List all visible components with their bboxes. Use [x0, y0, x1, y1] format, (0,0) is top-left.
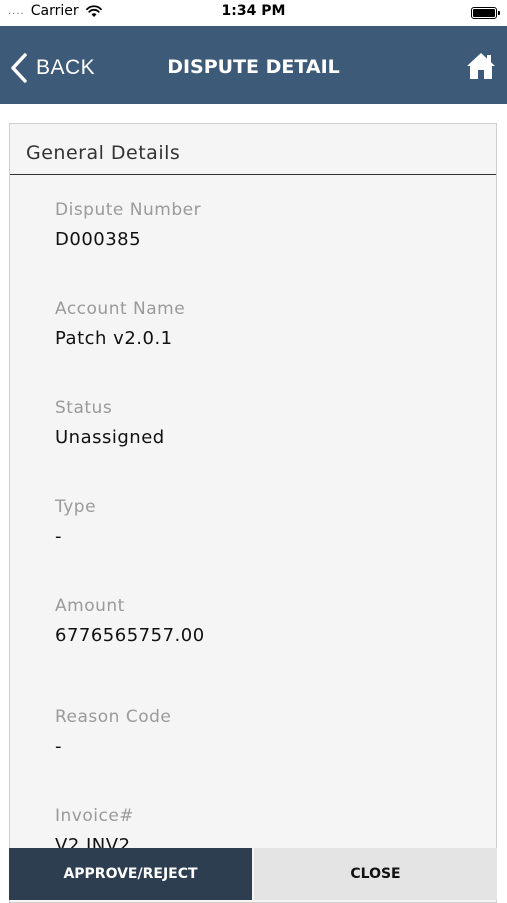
status-bar: .... Carrier 1:34 PM: [0, 0, 507, 26]
nav-bar: BACK DISPUTE DETAIL: [0, 26, 507, 104]
field-label: Dispute Number: [55, 200, 202, 220]
page-title: DISPUTE DETAIL: [167, 56, 340, 78]
field-status: Status Unassigned: [55, 398, 165, 448]
footer-actions: APPROVE/REJECT CLOSE: [9, 848, 497, 900]
field-value: D000385: [55, 229, 142, 250]
field-dispute-number: Dispute Number D000385: [55, 200, 201, 250]
approve-reject-button[interactable]: APPROVE/REJECT: [9, 848, 252, 900]
field-label: Account Name: [55, 299, 186, 319]
field-amount: Amount 6776565757.00: [55, 596, 205, 646]
field-reason-code: Reason Code -: [55, 707, 171, 757]
field-value: Patch v2.0.1: [55, 328, 173, 349]
status-time: 1:34 PM: [221, 3, 286, 19]
field-label: Status: [55, 398, 113, 418]
field-label: Type: [55, 497, 97, 517]
field-value: -: [55, 736, 62, 757]
field-value: Unassigned: [55, 427, 165, 448]
field-account-name: Account Name Patch v2.0.1: [55, 299, 185, 349]
field-value: 6776565757.00: [55, 625, 205, 646]
section-title: General Details: [10, 124, 496, 175]
field-type: Type -: [55, 497, 96, 547]
close-button[interactable]: CLOSE: [254, 848, 497, 900]
general-details-card: General Details Dispute Number D000385 A…: [9, 123, 497, 903]
field-label: Invoice#: [55, 806, 135, 826]
home-icon[interactable]: [465, 50, 497, 82]
battery-icon: [471, 7, 500, 19]
field-label: Reason Code: [55, 707, 172, 727]
field-value: -: [55, 526, 62, 547]
field-label: Amount: [55, 596, 125, 616]
